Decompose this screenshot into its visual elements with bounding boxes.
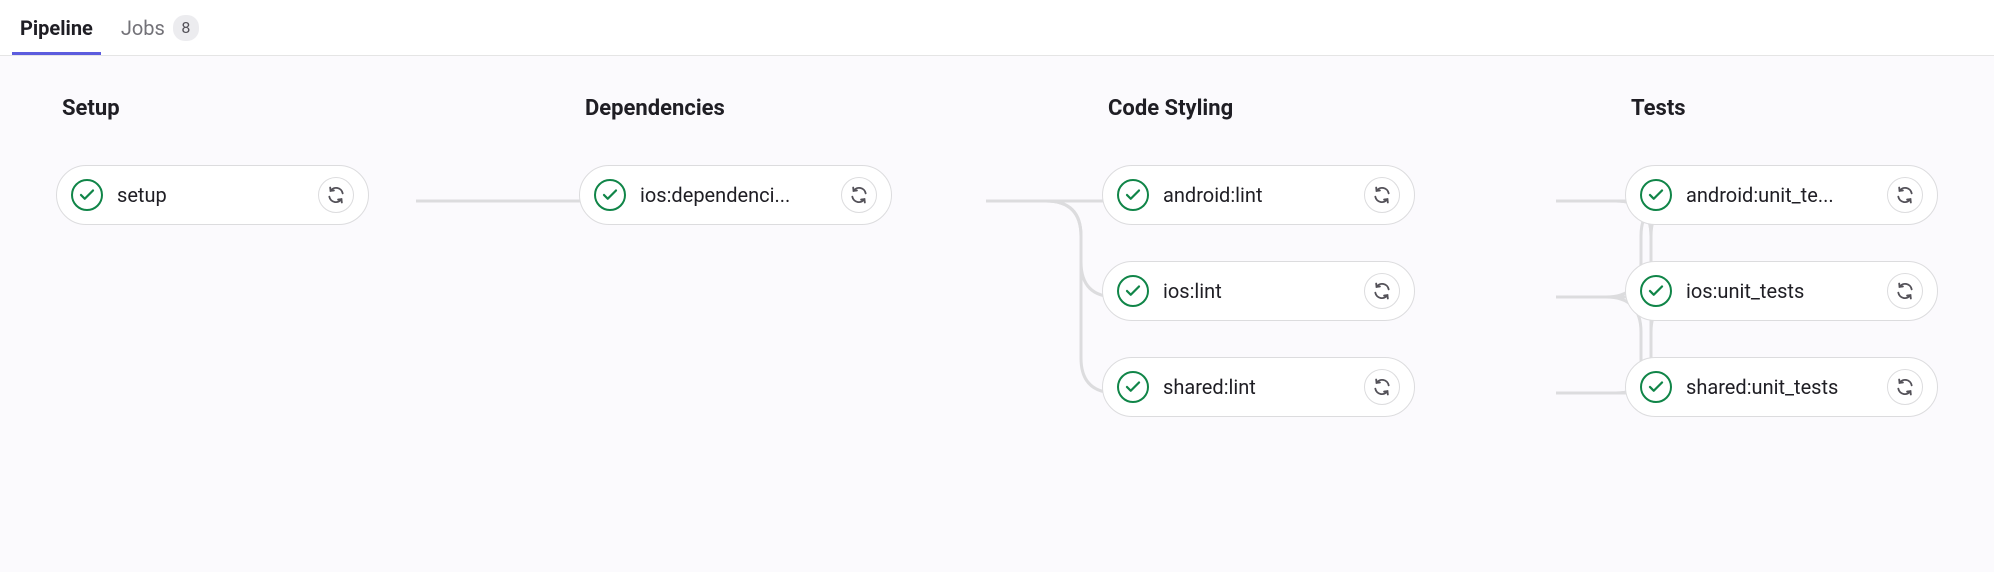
stage-setup: Setup setup <box>56 96 369 417</box>
retry-button[interactable] <box>1887 369 1923 405</box>
status-success-icon <box>71 179 103 211</box>
stages-row: Setup setup Dependencies <box>56 96 1938 417</box>
status-success-icon <box>1640 371 1672 403</box>
retry-button[interactable] <box>1364 177 1400 213</box>
job-shared-lint[interactable]: shared:lint <box>1102 357 1415 417</box>
status-success-icon <box>1117 275 1149 307</box>
jobs-list: ios:dependenci... <box>579 165 892 225</box>
retry-icon <box>326 185 346 205</box>
job-name: android:lint <box>1163 183 1350 207</box>
stage-title: Tests <box>1625 96 1938 121</box>
tab-pipeline-label: Pipeline <box>20 16 93 40</box>
stage-title: Dependencies <box>579 96 892 121</box>
retry-button[interactable] <box>841 177 877 213</box>
status-success-icon <box>594 179 626 211</box>
jobs-list: android:lint ios:lint <box>1102 165 1415 417</box>
tab-pipeline[interactable]: Pipeline <box>20 0 93 55</box>
job-ios-unit-tests[interactable]: ios:unit_tests <box>1625 261 1938 321</box>
retry-icon <box>1895 281 1915 301</box>
job-ios-dependencies[interactable]: ios:dependenci... <box>579 165 892 225</box>
status-success-icon <box>1640 275 1672 307</box>
job-name: shared:lint <box>1163 375 1350 399</box>
retry-button[interactable] <box>1364 273 1400 309</box>
job-name: shared:unit_tests <box>1686 375 1873 399</box>
retry-button[interactable] <box>1887 177 1923 213</box>
job-name: ios:unit_tests <box>1686 279 1873 303</box>
status-success-icon <box>1117 179 1149 211</box>
pipeline-graph: Setup setup Dependencies <box>0 56 1994 572</box>
retry-icon <box>1372 185 1392 205</box>
tab-jobs[interactable]: Jobs 8 <box>121 0 199 55</box>
tabs: Pipeline Jobs 8 <box>0 0 1994 56</box>
job-name: ios:dependenci... <box>640 183 827 207</box>
job-name: setup <box>117 183 304 207</box>
retry-button[interactable] <box>1364 369 1400 405</box>
job-name: ios:lint <box>1163 279 1350 303</box>
job-ios-lint[interactable]: ios:lint <box>1102 261 1415 321</box>
retry-button[interactable] <box>1887 273 1923 309</box>
tab-jobs-label: Jobs <box>121 16 165 40</box>
job-shared-unit-tests[interactable]: shared:unit_tests <box>1625 357 1938 417</box>
retry-icon <box>1372 281 1392 301</box>
status-success-icon <box>1640 179 1672 211</box>
retry-icon <box>1372 377 1392 397</box>
jobs-list: android:unit_te... ios:unit_tests <box>1625 165 1938 417</box>
jobs-list: setup <box>56 165 369 225</box>
job-android-lint[interactable]: android:lint <box>1102 165 1415 225</box>
job-name: android:unit_te... <box>1686 183 1873 207</box>
stage-title: Code Styling <box>1102 96 1415 121</box>
stage-code-styling: Code Styling android:lint ios:lint <box>1102 96 1415 417</box>
stage-title: Setup <box>56 96 369 121</box>
retry-icon <box>1895 185 1915 205</box>
retry-button[interactable] <box>318 177 354 213</box>
job-setup[interactable]: setup <box>56 165 369 225</box>
status-success-icon <box>1117 371 1149 403</box>
retry-icon <box>1895 377 1915 397</box>
stage-dependencies: Dependencies ios:dependenci... <box>579 96 892 417</box>
tab-jobs-badge: 8 <box>173 15 199 41</box>
job-android-unit-tests[interactable]: android:unit_te... <box>1625 165 1938 225</box>
stage-tests: Tests android:unit_te... ios:unit_tests <box>1625 96 1938 417</box>
retry-icon <box>849 185 869 205</box>
